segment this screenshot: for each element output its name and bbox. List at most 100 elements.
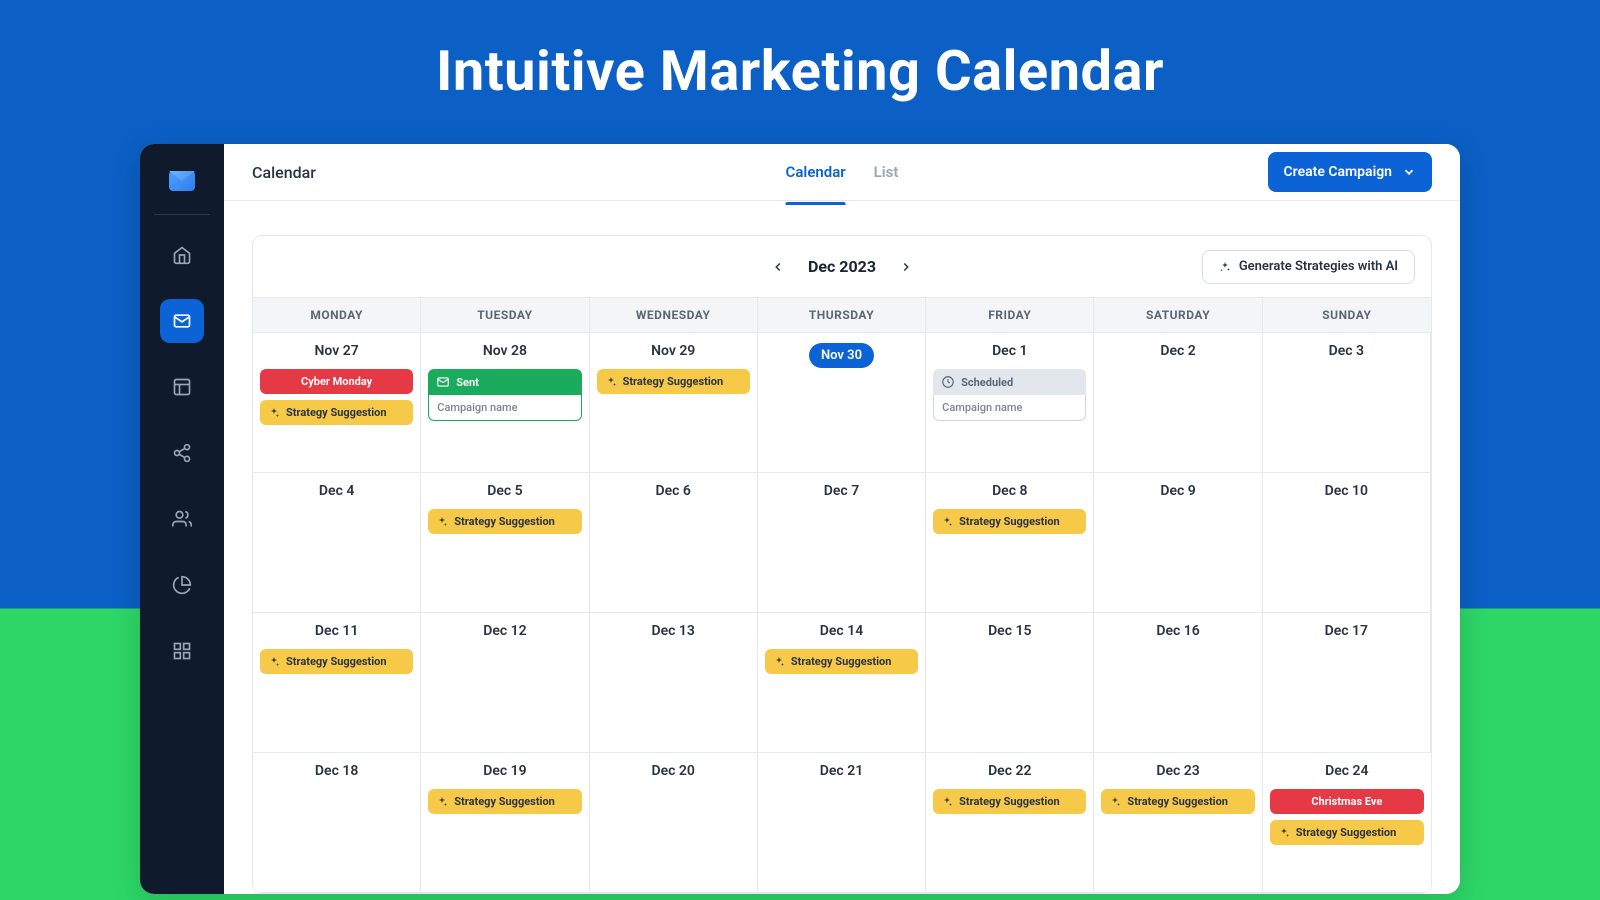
next-month-button[interactable] bbox=[894, 255, 918, 279]
home-icon bbox=[172, 245, 192, 265]
tab-calendar[interactable]: Calendar bbox=[786, 144, 846, 205]
sparkle-icon bbox=[1219, 261, 1231, 273]
event-chips: Cyber Monday Strategy Suggestion bbox=[260, 369, 413, 425]
calendar-cell[interactable]: Dec 2 bbox=[1094, 333, 1262, 473]
weekday-label: SATURDAY bbox=[1094, 298, 1262, 333]
prev-month-button[interactable] bbox=[766, 255, 790, 279]
calendar-cell[interactable]: Dec 14Strategy Suggestion bbox=[758, 613, 926, 753]
calendar-cell[interactable]: Dec 3 bbox=[1263, 333, 1431, 473]
date-label: Dec 9 bbox=[1160, 483, 1195, 499]
calendar-cell[interactable]: Dec 6 bbox=[590, 473, 758, 613]
event-chips: Sent Campaign name bbox=[428, 369, 581, 421]
mail-icon bbox=[172, 311, 192, 331]
strategy-suggestion-chip[interactable]: Strategy Suggestion bbox=[260, 400, 413, 425]
nav-email[interactable] bbox=[160, 299, 204, 343]
date-label: Dec 21 bbox=[820, 763, 863, 779]
create-campaign-button[interactable]: Create Campaign bbox=[1268, 152, 1432, 192]
calendar-cell[interactable]: Dec 7 bbox=[758, 473, 926, 613]
chevron-left-icon bbox=[771, 260, 785, 274]
campaign-sent-chip[interactable]: Sent bbox=[428, 369, 581, 395]
date-label: Nov 28 bbox=[483, 343, 527, 359]
date-label: Dec 8 bbox=[992, 483, 1027, 499]
strategy-suggestion-chip[interactable]: Strategy Suggestion bbox=[933, 789, 1086, 814]
strategy-suggestion-chip[interactable]: Strategy Suggestion bbox=[1101, 789, 1254, 814]
weekday-label: TUESDAY bbox=[421, 298, 589, 333]
calendar-cell[interactable]: Dec 18 bbox=[253, 753, 421, 893]
date-label: Dec 10 bbox=[1325, 483, 1368, 499]
date-label: Dec 6 bbox=[655, 483, 690, 499]
grid-icon bbox=[172, 641, 192, 661]
chip-label: Strategy Suggestion bbox=[454, 515, 555, 528]
share-icon bbox=[172, 443, 192, 463]
nav-contacts[interactable] bbox=[160, 497, 204, 541]
strategy-suggestion-chip[interactable]: Strategy Suggestion bbox=[1270, 820, 1424, 845]
sidebar bbox=[140, 144, 224, 894]
event-chips: Strategy Suggestion bbox=[428, 789, 581, 814]
chip-label: Strategy Suggestion bbox=[959, 515, 1060, 528]
tab-list[interactable]: List bbox=[874, 144, 899, 205]
date-label: Nov 29 bbox=[651, 343, 695, 359]
nav-templates[interactable] bbox=[160, 365, 204, 409]
calendar-cell[interactable]: Dec 5Strategy Suggestion bbox=[421, 473, 589, 613]
holiday-chip[interactable]: Cyber Monday bbox=[260, 369, 413, 394]
date-label: Dec 22 bbox=[988, 763, 1031, 779]
nav-home[interactable] bbox=[160, 233, 204, 277]
calendar-cell[interactable]: Dec 4 bbox=[253, 473, 421, 613]
date-label: Dec 2 bbox=[1160, 343, 1195, 359]
chip-label: Sent bbox=[456, 376, 479, 389]
calendar-cell[interactable]: Dec 22 Strategy Suggestion bbox=[926, 753, 1094, 893]
weekday-label: MONDAY bbox=[253, 298, 421, 333]
calendar-cell[interactable]: Dec 23Strategy Suggestion bbox=[1094, 753, 1262, 893]
chip-label: Strategy Suggestion bbox=[623, 375, 724, 388]
chip-label: Scheduled bbox=[961, 376, 1013, 389]
mail-icon bbox=[436, 375, 450, 389]
app-window: Calendar Calendar List Create Campaign D… bbox=[140, 144, 1460, 894]
calendar-cell[interactable]: Dec 8 Strategy Suggestion bbox=[926, 473, 1094, 613]
calendar-cell[interactable]: Nov 27Cyber MondayStrategy Suggestion bbox=[253, 333, 421, 473]
nav-analytics[interactable] bbox=[160, 563, 204, 607]
strategy-suggestion-chip[interactable]: Strategy Suggestion bbox=[933, 509, 1086, 534]
calendar-cell[interactable]: Dec 15 bbox=[926, 613, 1094, 753]
calendar-card: Dec 2023 Generate Strategies with AI MON… bbox=[252, 235, 1432, 894]
nav-share[interactable] bbox=[160, 431, 204, 475]
strategy-suggestion-chip[interactable]: Strategy Suggestion bbox=[428, 509, 581, 534]
chip-label: Strategy Suggestion bbox=[1127, 795, 1228, 808]
calendar-cell[interactable]: Dec 11Strategy Suggestion bbox=[253, 613, 421, 753]
date-label: Dec 24 bbox=[1325, 763, 1368, 779]
campaign-scheduled-chip[interactable]: Scheduled bbox=[933, 369, 1086, 395]
calendar-cell[interactable]: Dec 24 Christmas Eve Strategy Suggestion bbox=[1263, 753, 1431, 893]
clock-icon bbox=[941, 375, 955, 389]
campaign-name-label[interactable]: Campaign name bbox=[428, 395, 581, 421]
calendar-cell[interactable]: Dec 13 bbox=[590, 613, 758, 753]
calendar-cell[interactable]: Dec 1ScheduledCampaign name bbox=[926, 333, 1094, 473]
generate-strategies-button[interactable]: Generate Strategies with AI bbox=[1202, 250, 1415, 284]
calendar-cell[interactable]: Nov 30 bbox=[758, 333, 926, 473]
campaign-name-label[interactable]: Campaign name bbox=[933, 395, 1086, 421]
nav-apps[interactable] bbox=[160, 629, 204, 673]
calendar-cell[interactable]: Nov 29 Strategy Suggestion bbox=[590, 333, 758, 473]
calendar-cell[interactable]: Dec 17 bbox=[1263, 613, 1431, 753]
topbar: Calendar Calendar List Create Campaign bbox=[224, 144, 1460, 201]
strategy-suggestion-chip[interactable]: Strategy Suggestion bbox=[260, 649, 413, 674]
date-label: Dec 17 bbox=[1325, 623, 1368, 639]
calendar-cell[interactable]: Dec 9 bbox=[1094, 473, 1262, 613]
sparkle-icon bbox=[605, 376, 617, 388]
strategy-suggestion-chip[interactable]: Strategy Suggestion bbox=[597, 369, 750, 394]
calendar-cell[interactable]: Dec 10 bbox=[1263, 473, 1431, 613]
calendar-cell[interactable]: Nov 28 Sent Campaign name bbox=[421, 333, 589, 473]
calendar-cell[interactable]: Dec 20 bbox=[590, 753, 758, 893]
calendar-cell[interactable]: Dec 21 bbox=[758, 753, 926, 893]
strategy-suggestion-chip[interactable]: Strategy Suggestion bbox=[428, 789, 581, 814]
holiday-chip[interactable]: Christmas Eve bbox=[1270, 789, 1424, 814]
calendar-cell[interactable]: Dec 19Strategy Suggestion bbox=[421, 753, 589, 893]
content-area: Dec 2023 Generate Strategies with AI MON… bbox=[224, 201, 1460, 894]
calendar-cell[interactable]: Dec 16 bbox=[1094, 613, 1262, 753]
chip-label: Strategy Suggestion bbox=[286, 406, 387, 419]
users-icon bbox=[172, 509, 192, 529]
strategy-suggestion-chip[interactable]: Strategy Suggestion bbox=[765, 649, 918, 674]
date-label: Dec 12 bbox=[483, 623, 526, 639]
app-logo[interactable] bbox=[163, 162, 201, 200]
generate-strategies-label: Generate Strategies with AI bbox=[1239, 259, 1398, 274]
current-month-label: Dec 2023 bbox=[808, 257, 876, 276]
calendar-cell[interactable]: Dec 12 bbox=[421, 613, 589, 753]
